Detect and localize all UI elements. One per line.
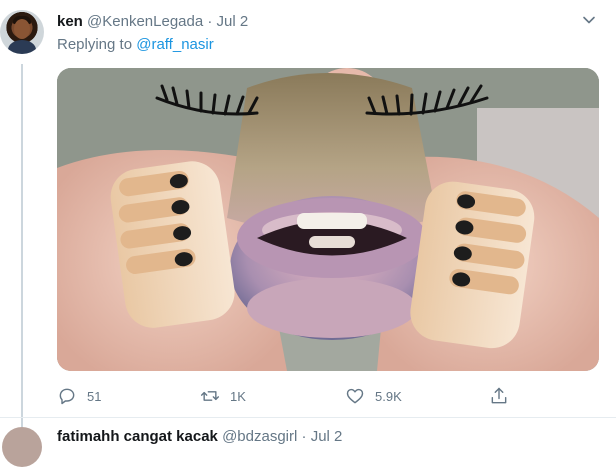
next-tweet-header: fatimahh cangat kacak @bdzasgirl · Jul 2 <box>57 428 342 446</box>
tweet-date[interactable]: Jul 2 <box>217 13 249 30</box>
author-name[interactable]: ken <box>57 13 83 30</box>
tweet-image[interactable] <box>57 68 599 371</box>
share-icon <box>491 387 507 404</box>
thread-line <box>21 64 23 427</box>
reply-count: 51 <box>87 388 102 404</box>
like-button[interactable]: 5.9K <box>345 384 402 408</box>
replying-prefix: Replying to <box>57 36 133 53</box>
replying-to-link[interactable]: @raff_nasir <box>136 36 213 53</box>
author-handle[interactable]: @KenkenLegada <box>87 13 203 30</box>
reply-icon <box>59 388 75 405</box>
chevron-down-icon[interactable] <box>581 12 597 28</box>
separator-dot: · <box>207 13 213 30</box>
replying-to: Replying to @raff_nasir <box>57 36 214 54</box>
like-count: 5.9K <box>375 388 402 404</box>
tweet-header: ken @KenkenLegada · Jul 2 <box>57 13 248 31</box>
tweet-divider <box>0 417 616 418</box>
avatar[interactable] <box>0 10 44 54</box>
share-button[interactable] <box>489 384 519 408</box>
tweet-actions: 51 1K 5.9K <box>57 384 577 408</box>
next-tweet-avatar[interactable] <box>2 427 42 467</box>
retweet-button[interactable]: 1K <box>200 384 246 408</box>
retweet-count: 1K <box>230 388 246 404</box>
reply-button[interactable]: 51 <box>57 384 101 408</box>
retweet-icon <box>200 391 220 401</box>
heart-icon <box>346 388 364 404</box>
